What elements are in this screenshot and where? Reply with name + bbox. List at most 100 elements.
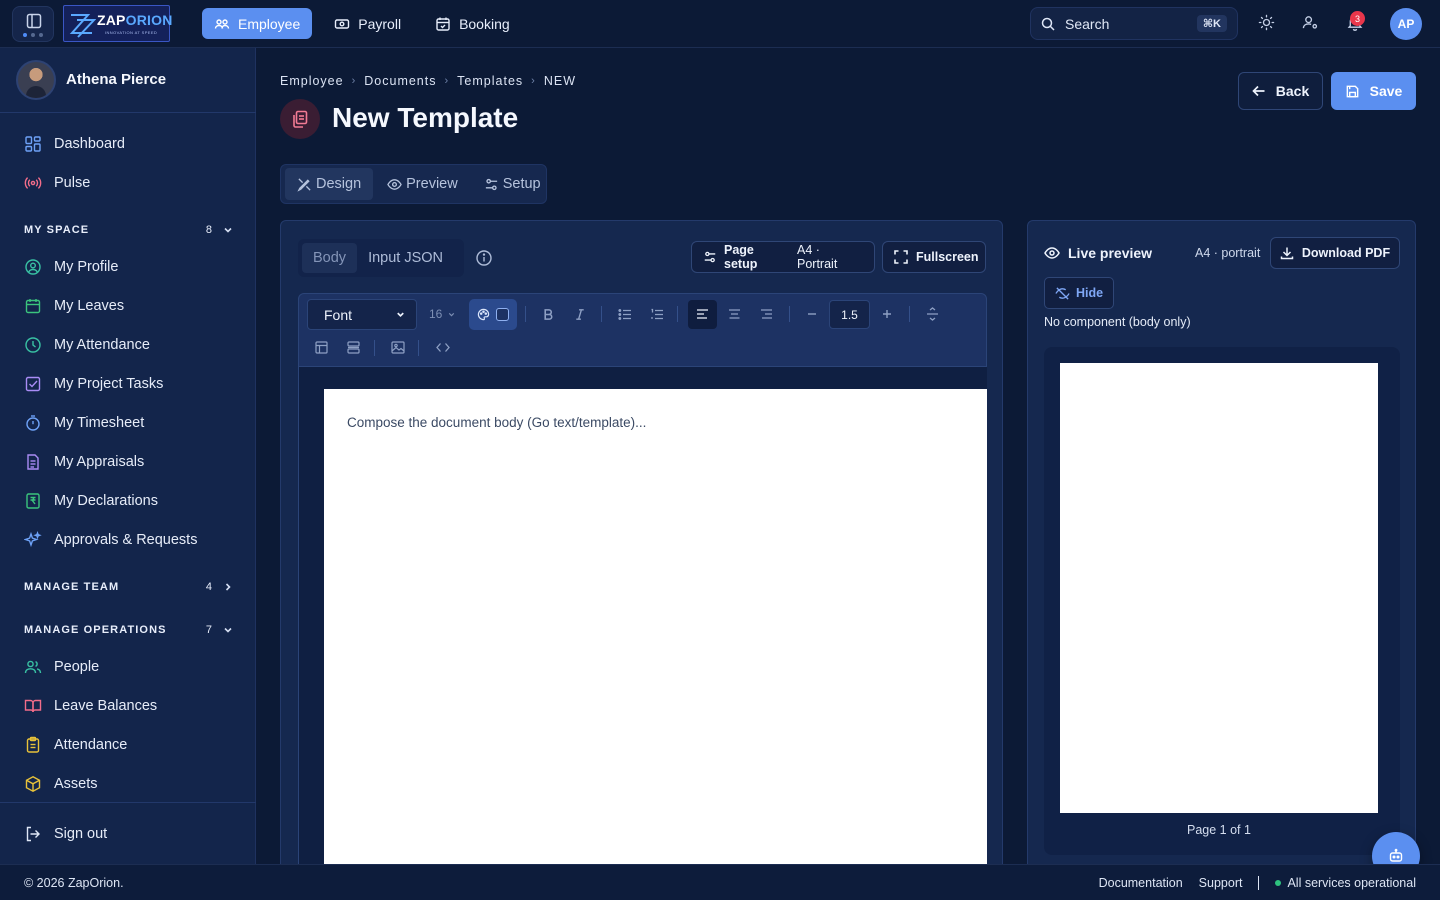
image-icon[interactable] [391,341,405,354]
log-out-icon [24,825,42,843]
breadcrumb-item-templates[interactable]: Templates [457,74,523,88]
breadcrumb-item-documents[interactable]: Documents [364,74,436,88]
sidebar: Athena Pierce Dashboard Pulse MY SPACE 8… [0,48,256,864]
sidebar-item-assets[interactable]: Assets [24,772,98,796]
save-icon [1345,84,1360,99]
download-pdf-button[interactable]: Download PDF [1270,237,1400,269]
section-manage-operations[interactable]: MANAGE OPERATIONS 7 [24,622,234,638]
eye-icon [1044,245,1060,261]
section-count: 4 [205,581,212,593]
user-settings-icon[interactable] [1302,14,1319,31]
global-search[interactable]: Search ⌘K [1030,7,1238,40]
sidebar-item-label: Approvals & Requests [54,532,198,548]
documentation-link[interactable]: Documentation [1099,876,1183,890]
fullscreen-button[interactable]: Fullscreen [882,241,986,273]
tab-design[interactable]: Design [285,168,374,200]
tab-setup[interactable]: Setup [472,168,553,200]
grid-icon [24,135,42,153]
sidebar-item-leave-balances[interactable]: Leave Balances [24,694,157,718]
sidebar-item-label: Attendance [54,737,128,753]
minus-icon[interactable] [806,308,818,320]
hide-preview-button[interactable]: Hide [1044,277,1114,309]
tab-input-json[interactable]: Input JSON [357,243,454,273]
sign-out-button[interactable]: Sign out [24,822,107,846]
mode-tabs: Design Preview Setup [280,164,547,204]
sidebar-item-people[interactable]: People [24,655,99,679]
user-circle-icon [24,258,42,276]
page-setup-button[interactable]: Page setup A4 · Portrait [691,241,875,273]
sidebar-item-my-attendance[interactable]: My Attendance [24,333,150,357]
breadcrumb-item-employee[interactable]: Employee [280,74,344,88]
logo-tagline: INNOVATION AT SPEED [105,30,158,35]
sidebar-item-label: My Attendance [54,337,150,353]
page-title: New Template [332,102,519,133]
save-button[interactable]: Save [1331,72,1416,110]
sidebar-item-my-project-tasks[interactable]: My Project Tasks [24,372,163,396]
sparkles-icon [24,531,42,549]
color-swatch [496,308,509,321]
clipboard-icon [24,736,42,754]
sidebar-item-my-appraisals[interactable]: My Appraisals [24,450,144,474]
editor-panel: Body Input JSON Page setup A4 · Portrait… [280,220,1003,880]
component-note: No component (body only) [1044,315,1191,329]
module-tab-payroll[interactable]: Payroll [322,8,413,39]
avatar [16,60,56,100]
numbered-list-icon[interactable] [650,308,664,321]
module-nav: Employee Payroll Booking [202,8,522,39]
banknote-icon [334,16,350,32]
sidebar-item-my-leaves[interactable]: My Leaves [24,294,124,318]
sidebar-item-my-declarations[interactable]: My Declarations [24,489,158,513]
tab-label: Design [316,176,362,192]
sidebar-user[interactable]: Athena Pierce [0,48,256,113]
toolbar-divider [525,306,526,322]
chevron-down-icon [222,624,234,636]
plus-icon[interactable] [881,308,893,320]
sidebar-item-my-timesheet[interactable]: My Timesheet [24,411,144,435]
timer-icon [24,414,42,432]
line-height-input[interactable]: 1.5 [829,300,870,329]
tab-body[interactable]: Body [302,243,358,273]
align-right-icon[interactable] [760,308,773,320]
back-button[interactable]: Back [1238,72,1323,110]
sidebar-item-label: My Project Tasks [54,376,164,392]
sidebar-item-pulse[interactable]: Pulse [24,171,90,195]
table-icon[interactable] [315,341,328,354]
info-icon[interactable] [475,249,493,267]
page-setup-value: A4 · Portrait [797,243,838,271]
bold-icon[interactable] [542,308,554,321]
font-select[interactable]: Font [307,299,417,330]
section-block-icon[interactable] [347,341,360,354]
brand-logo[interactable]: ZAPORION INNOVATION AT SPEED [63,5,172,42]
users-icon [214,16,230,32]
eye-icon [387,177,402,192]
align-center-icon[interactable] [728,308,741,320]
user-avatar-button[interactable]: AP [1390,8,1422,40]
sidebar-item-attendance[interactable]: Attendance [24,733,127,757]
toolbar-divider [909,306,910,322]
sidebar-toggle-button[interactable] [12,6,54,42]
sidebar-item-approvals-requests[interactable]: Approvals & Requests [24,528,197,552]
hide-label: Hide [1075,286,1104,300]
support-link[interactable]: Support [1199,876,1243,890]
document-body-editor[interactable]: Compose the document body (Go text/templ… [324,389,987,879]
bullet-list-icon[interactable] [618,308,632,321]
toolbar-divider [374,340,375,356]
text-color-button[interactable] [469,299,517,330]
italic-icon[interactable] [574,308,586,321]
page-break-icon[interactable] [926,307,939,321]
font-size-select[interactable]: 16 [429,307,456,321]
sidebar-item-label: Assets [54,776,98,792]
sidebar-item-label: My Declarations [54,493,158,509]
section-my-space[interactable]: MY SPACE 8 [24,222,234,238]
theme-toggle-sun-icon[interactable] [1258,14,1275,31]
module-tab-booking[interactable]: Booking [423,8,522,39]
tab-preview[interactable]: Preview [375,168,470,200]
sidebar-item-my-profile[interactable]: My Profile [24,255,118,279]
section-manage-team[interactable]: MANAGE TEAM 4 [24,579,234,595]
notification-count-badge: 3 [1350,11,1365,26]
sidebar-item-dashboard[interactable]: Dashboard [24,132,125,156]
sidebar-item-label: Leave Balances [54,698,158,714]
module-tab-employee[interactable]: Employee [202,8,313,39]
radio-icon [24,174,42,192]
code-icon[interactable] [436,342,450,353]
